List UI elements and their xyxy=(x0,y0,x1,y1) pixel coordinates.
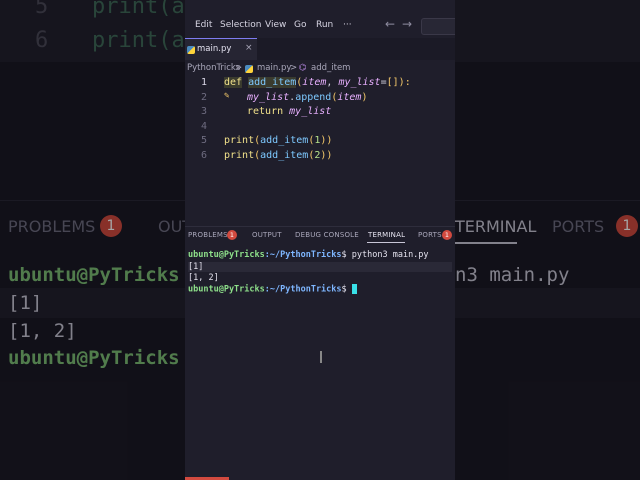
code-line-2: my_list.append(item) xyxy=(247,92,368,103)
menu-selection[interactable]: Selection xyxy=(220,20,261,30)
code-line-6: print(add_item(2)) xyxy=(224,150,333,161)
mouse-ibeam-cursor xyxy=(320,351,322,363)
terminal-output-line: [1] xyxy=(188,262,452,272)
bg-shade-right xyxy=(455,0,640,480)
python-file-icon xyxy=(245,65,253,73)
active-tab-underline xyxy=(367,242,405,243)
terminal[interactable]: ubuntu@PyTricks:~/PythonTricks$ python3 … xyxy=(185,246,455,480)
tab-problems[interactable]: PROBLEMS xyxy=(188,231,228,239)
problems-count-badge: 1 xyxy=(227,230,237,240)
breadcrumb-separator: > xyxy=(290,63,298,73)
menu-edit[interactable]: Edit xyxy=(195,20,212,30)
menu-go[interactable]: Go xyxy=(294,20,306,30)
breadcrumb-separator: > xyxy=(235,63,243,73)
back-arrow-icon[interactable]: ← xyxy=(385,17,395,31)
code-editor[interactable]: 1 2 3 4 5 6 def add_item(item, my_list=[… xyxy=(185,76,455,226)
python-file-icon xyxy=(187,46,195,54)
line-number: 6 xyxy=(200,150,207,161)
menu-more[interactable]: ··· xyxy=(343,20,352,30)
breadcrumb-folder[interactable]: PythonTricks xyxy=(187,63,240,73)
ports-count-badge: 1 xyxy=(442,230,452,240)
breadcrumb: PythonTricks > main.py > ⌬ add_item xyxy=(185,62,455,76)
terminal-output-line: [1, 2] xyxy=(188,273,219,283)
code-line-5: print(add_item(1)) xyxy=(224,135,333,146)
bg-shade-left xyxy=(0,0,185,480)
menu-view[interactable]: View xyxy=(265,20,286,30)
line-number: 4 xyxy=(200,121,207,132)
line-number: 1 xyxy=(200,77,207,88)
breadcrumb-file[interactable]: main.py xyxy=(257,63,291,73)
line-number: 3 xyxy=(200,106,207,117)
tab-label: main.py xyxy=(197,44,232,54)
tab-main-py[interactable]: main.py × xyxy=(185,38,257,60)
vscode-window: Edit Selection View Go Run ··· ← → main.… xyxy=(185,0,455,480)
tab-output[interactable]: OUTPUT xyxy=(252,231,282,239)
function-symbol-icon: ⌬ xyxy=(299,63,307,73)
code-line-1: def add_item(item, my_list=[]): xyxy=(224,77,411,88)
editor-tab-bar: main.py × xyxy=(185,38,455,60)
line-number: 2 xyxy=(200,92,207,103)
tab-terminal[interactable]: TERMINAL xyxy=(368,231,405,239)
forward-arrow-icon[interactable]: → xyxy=(402,17,412,31)
lightbulb-icon[interactable]: ✎ xyxy=(224,91,229,101)
command-center-search[interactable] xyxy=(421,18,455,35)
line-number: 5 xyxy=(200,135,207,146)
breadcrumb-symbol[interactable]: add_item xyxy=(311,63,350,73)
close-icon[interactable]: × xyxy=(245,43,253,53)
tab-debug-console[interactable]: DEBUG CONSOLE xyxy=(295,231,359,239)
terminal-prompt-line: ubuntu@PyTricks:~/PythonTricks$ xyxy=(188,284,357,295)
menu-run[interactable]: Run xyxy=(316,20,333,30)
terminal-cursor xyxy=(351,284,357,294)
tab-ports[interactable]: PORTS xyxy=(418,231,442,239)
code-line-3: return my_list xyxy=(247,106,332,117)
panel-tab-bar: PROBLEMS 1 OUTPUT DEBUG CONSOLE TERMINAL… xyxy=(185,226,455,245)
terminal-command-line: ubuntu@PyTricks:~/PythonTricks$ python3 … xyxy=(188,250,429,260)
